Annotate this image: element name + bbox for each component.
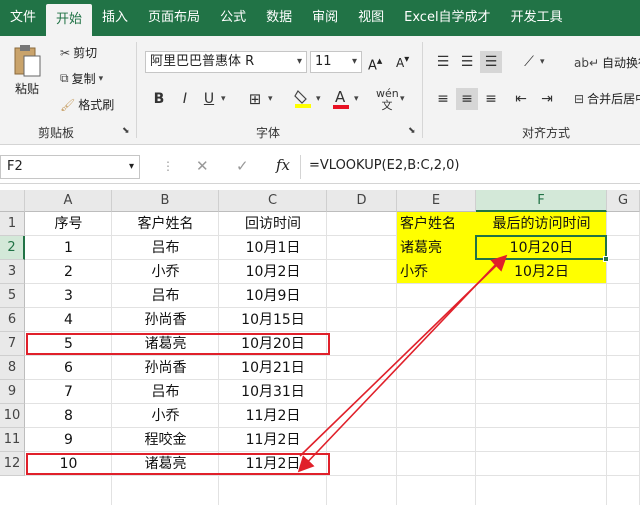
decrease-font-icon: A▾ — [396, 54, 410, 70]
phonetic-icon: wén 文 — [376, 87, 399, 112]
cancel-icon[interactable]: ✕ — [196, 157, 209, 175]
dialog-launcher-icon[interactable]: ⬊ — [408, 126, 416, 136]
increase-indent-icon: ⇥ — [541, 91, 553, 107]
font-size-value: 11 — [315, 54, 332, 69]
more-icon: ⋮ — [162, 159, 174, 173]
formula-bar: F2 ▾ ⋮ ✕ ✓ fx =VLOOKUP(E2,B:C,2,0) — [0, 150, 640, 184]
wrap-text-label: 自动换行 — [602, 56, 640, 70]
group-divider — [136, 42, 137, 138]
align-left-button[interactable]: ≡ — [432, 88, 454, 110]
tab-6[interactable]: 审阅 — [302, 0, 348, 36]
fill-color-button[interactable] — [292, 88, 314, 110]
decrease-font-button[interactable]: A▾ — [396, 54, 409, 70]
tab-8[interactable]: Excel自学成才 — [394, 0, 500, 36]
borders-button[interactable]: ⊞ — [244, 88, 266, 110]
annotation-arrows — [297, 254, 508, 473]
chevron-down-icon[interactable]: ▾ — [268, 94, 273, 104]
orientation-button[interactable]: ⟋ — [518, 51, 540, 73]
font-name-select[interactable]: 阿里巴巴普惠体 R ▾ — [145, 51, 307, 73]
align-top-icon: ☰ — [436, 54, 450, 70]
formula-input[interactable]: =VLOOKUP(E2,B:C,2,0) — [300, 155, 640, 179]
wrap-text-button[interactable]: ab↵ 自动换行 — [574, 54, 640, 71]
tab-9[interactable]: 开发工具 — [501, 0, 573, 36]
group-divider — [422, 42, 423, 138]
copy-button[interactable]: ⧉ 复制 ▾ — [60, 70, 103, 87]
chevron-down-icon: ▾ — [351, 56, 357, 67]
chevron-down-icon: ▾ — [98, 73, 104, 84]
brush-icon: 🖌 — [60, 97, 76, 112]
name-box-value: F2 — [7, 159, 23, 174]
chevron-down-icon: ▾ — [296, 56, 302, 67]
paste-label: 粘贴 — [14, 82, 39, 96]
paste-button[interactable]: 粘贴 — [12, 44, 42, 97]
align-center-icon: ≡ — [461, 91, 473, 107]
merge-icon: ⊟ — [574, 91, 585, 106]
merge-center-label: 合并后居中 — [587, 92, 640, 106]
align-middle-button[interactable]: ☰ — [456, 51, 478, 73]
fx-icon[interactable]: fx — [276, 156, 290, 174]
format-painter-button[interactable]: 🖌 格式刷 — [60, 96, 114, 113]
tab-5[interactable]: 数据 — [256, 0, 302, 36]
font-color-button[interactable]: A — [330, 88, 352, 110]
chevron-down-icon[interactable]: ▾ — [354, 94, 359, 104]
align-bottom-button[interactable]: ☰ — [480, 51, 502, 73]
decrease-indent-button[interactable]: ⇤ — [510, 88, 532, 110]
chevron-down-icon[interactable]: ▾ — [221, 94, 226, 104]
chevron-down-icon[interactable]: ▾ — [316, 94, 321, 104]
chevron-down-icon[interactable]: ▾ — [540, 57, 545, 67]
align-center-button[interactable]: ≡ — [456, 88, 478, 110]
arrow-to-result — [299, 254, 508, 457]
font-size-select[interactable]: 11 ▾ — [310, 51, 362, 73]
border-icon: ⊞ — [248, 90, 262, 108]
tab-2[interactable]: 插入 — [92, 0, 138, 36]
align-top-button[interactable]: ☰ — [432, 51, 454, 73]
bold-button[interactable]: B — [148, 88, 170, 110]
font-color-icon: A — [333, 88, 349, 109]
phonetic-button[interactable]: wén 文 — [376, 87, 399, 112]
align-right-button[interactable]: ≡ — [480, 88, 502, 110]
font-group-label: 字体 — [256, 126, 281, 140]
tab-4[interactable]: 公式 — [210, 0, 256, 36]
increase-font-icon: A▴ — [368, 54, 383, 74]
chevron-down-icon[interactable]: ▾ — [129, 156, 134, 178]
paste-icon — [14, 45, 41, 77]
check-icon[interactable]: ✓ — [236, 157, 249, 175]
cut-button[interactable]: ✂ 剪切 — [60, 44, 97, 61]
ribbon-tabs: 文件 开始 插入 页面布局 公式 数据 审阅 视图 Excel自学成才 开发工具 — [0, 0, 640, 36]
dialog-launcher-icon[interactable]: ⬊ — [122, 126, 130, 136]
italic-button[interactable]: I — [174, 88, 196, 110]
align-middle-icon: ☰ — [460, 54, 474, 70]
alignment-group-label: 对齐方式 — [522, 126, 571, 140]
wrap-text-icon: ab↵ — [574, 55, 600, 70]
align-bottom-icon: ☰ — [484, 54, 498, 70]
increase-indent-button[interactable]: ⇥ — [536, 88, 558, 110]
chevron-down-icon[interactable]: ▾ — [400, 94, 405, 104]
merge-center-button[interactable]: ⊟ 合并后居中 — [574, 90, 640, 107]
increase-font-button[interactable]: A▴ — [368, 54, 382, 73]
tab-3[interactable]: 页面布局 — [138, 0, 210, 36]
align-right-icon: ≡ — [485, 91, 497, 107]
ribbon: 粘贴 ✂ 剪切 ⧉ 复制 ▾ 🖌 格式刷 剪贴板 ⬊ 阿里巴巴普惠体 R ▾ 1… — [0, 36, 640, 145]
paint-bucket-icon — [294, 90, 311, 108]
worksheet-grid[interactable]: A B C D E F G 1 2 3 5 6 7 8 9 10 11 12 序号 客户姓名 回访时间 1 吕布 10月1日 2… — [0, 190, 640, 505]
copy-label: 复制 — [71, 72, 96, 86]
clipboard-group-label: 剪贴板 — [38, 126, 75, 140]
cut-label: 剪切 — [73, 46, 98, 60]
tab-7[interactable]: 视图 — [348, 0, 394, 36]
copy-icon: ⧉ — [60, 71, 69, 85]
scissors-icon: ✂ — [60, 45, 71, 60]
svg-text:A: A — [335, 88, 346, 106]
format-painter-label: 格式刷 — [78, 98, 115, 112]
name-box[interactable]: F2 ▾ — [0, 155, 140, 179]
orientation-icon: ⟋ — [524, 54, 534, 70]
underline-button[interactable]: U — [198, 88, 220, 110]
tab-1[interactable]: 开始 — [46, 4, 93, 36]
decrease-indent-icon: ⇤ — [515, 91, 527, 107]
font-name-value: 阿里巴巴普惠体 R — [150, 54, 255, 69]
align-left-icon: ≡ — [437, 91, 449, 107]
tab-0[interactable]: 文件 — [0, 0, 46, 36]
